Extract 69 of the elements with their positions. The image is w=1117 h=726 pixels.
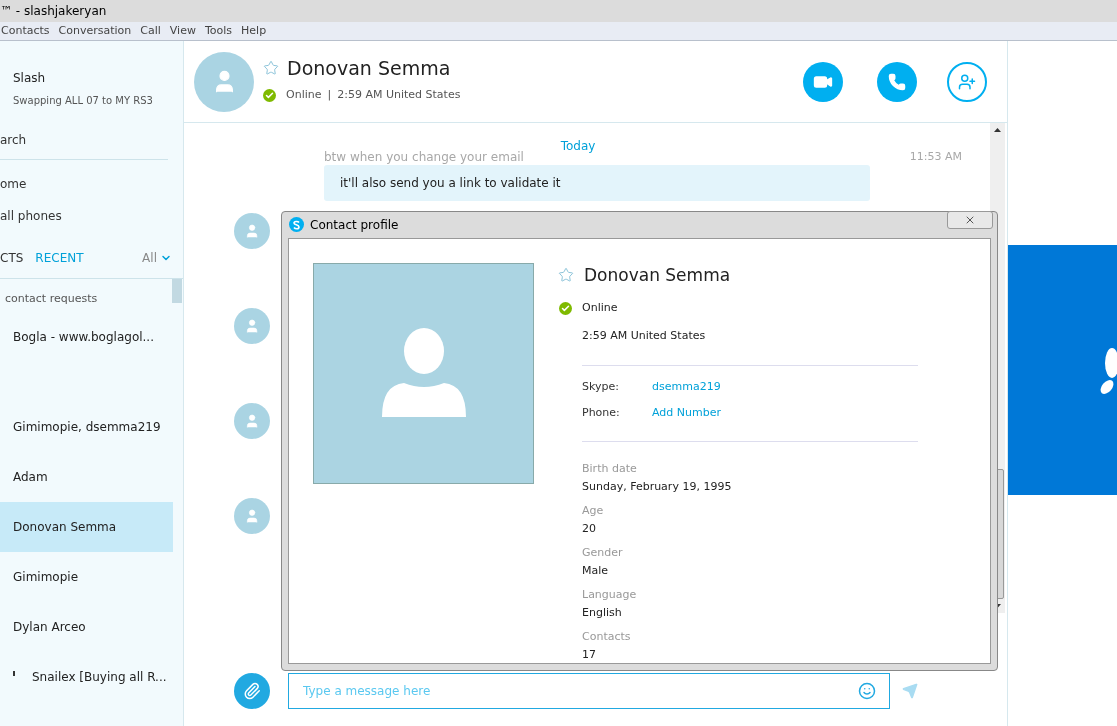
field-label: Skype: (582, 379, 620, 395)
profile-local-time: 2:59 AM United States (582, 327, 707, 344)
detail-value: 20 (582, 520, 597, 537)
contact-item[interactable]: Bogla - www.boglagol... (0, 311, 173, 362)
list-tab[interactable]: CTS (0, 249, 24, 267)
profile-status: Online (582, 300, 618, 316)
contact-requests-link[interactable]: contact requests (0, 279, 98, 308)
detail-label: Language (582, 587, 638, 603)
window-title: ™ - slashjakeryan (0, 3, 107, 20)
contact-item[interactable]: Gimimopie, dsemma219 (0, 401, 173, 452)
emoticon-button[interactable] (858, 682, 876, 700)
add-contact-button[interactable] (947, 61, 987, 102)
mood-message: Swapping ALL 07 to MY RS3 (13, 94, 154, 108)
add-person-icon (958, 72, 976, 91)
detail-label: Contacts (582, 629, 632, 645)
day-separator: Today (560, 138, 596, 155)
call-button[interactable] (877, 61, 917, 102)
contact-item[interactable]: Dylan Arceo (0, 601, 173, 652)
phone-icon (888, 72, 906, 91)
detail-label: Birth date (582, 461, 638, 477)
paperclip-icon (243, 682, 261, 700)
favorite-star-icon[interactable] (558, 267, 574, 284)
message-bubble: it'll also send you a link to validate it (324, 165, 870, 201)
profile-name[interactable]: Slash (13, 69, 183, 87)
menu-item[interactable]: Call (140, 22, 161, 40)
avatar-icon (234, 308, 270, 344)
contact-item[interactable]: Adam (0, 451, 173, 502)
nav-item[interactable]: ome (0, 175, 183, 193)
contact-status: Online (286, 87, 322, 103)
menu-item[interactable]: Contacts (1, 22, 50, 40)
contact-local-time: 2:59 AM United States (337, 87, 461, 103)
detail-label: Age (582, 503, 605, 519)
scroll-up-icon[interactable] (994, 128, 1001, 132)
message-time: 11:53 AM (909, 148, 962, 165)
separator: | (327, 87, 332, 103)
detail-value: 17 (582, 646, 597, 663)
dialog-title: Contact profile (310, 216, 399, 234)
app-logo-icon (289, 217, 304, 233)
favorite-star-icon[interactable] (263, 59, 279, 76)
scrollbar-thumb[interactable] (172, 279, 182, 303)
profile-name: Donovan Semma (584, 263, 731, 287)
contact-item[interactable]: Donovan Semma (0, 501, 173, 552)
person-silhouette-icon (381, 327, 466, 419)
contact-item[interactable]: Gimimopie (0, 551, 173, 602)
avatar-icon (234, 498, 270, 534)
message-input[interactable]: Type a message here (288, 673, 890, 709)
menu-item[interactable]: Conversation (58, 22, 132, 40)
detail-value: English (582, 604, 623, 621)
detail-value: Sunday, February 19, 1995 (582, 478, 733, 495)
attach-button[interactable] (234, 673, 270, 709)
logo-icon (1100, 346, 1117, 394)
online-status-icon (559, 301, 572, 315)
contact-name: Donovan Semma (287, 55, 451, 81)
video-call-button[interactable] (803, 61, 843, 102)
detail-label: Gender (582, 545, 624, 561)
search-field[interactable]: arch (0, 133, 27, 147)
contact-item[interactable]: Snailex [Buying all R... (0, 651, 173, 702)
avatar-icon (234, 403, 270, 439)
field-label: Phone: (582, 404, 621, 421)
close-button[interactable] (947, 210, 993, 229)
avatar-icon (234, 213, 270, 249)
online-status-icon (263, 88, 276, 102)
menu-item[interactable]: Help (241, 22, 267, 40)
menu-item[interactable]: View (169, 22, 196, 40)
detail-value: Male (582, 562, 610, 579)
nav-item[interactable]: all phones (0, 207, 183, 225)
faded-message: btw when you change your email (324, 149, 524, 166)
menu-item[interactable]: Tools (204, 22, 233, 40)
send-button[interactable] (902, 683, 918, 699)
